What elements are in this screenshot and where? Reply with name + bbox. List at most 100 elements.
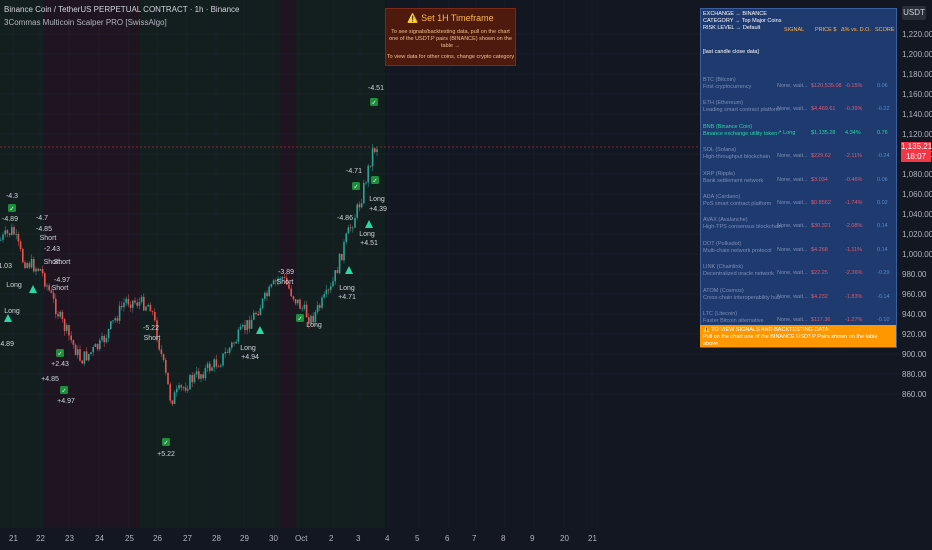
time-tick: Oct — [295, 534, 308, 543]
signal-value: -4.89 — [2, 216, 18, 223]
coin-desc: Binance exchange utility token — [703, 130, 778, 137]
coin-score: 0.06 — [877, 176, 888, 183]
coin-delta: -2.36% — [845, 270, 863, 277]
coin-name: ETH (Ethereum) — [703, 100, 744, 107]
check-icon: ✓ — [163, 441, 168, 447]
check-icon: ✓ — [9, 207, 14, 213]
signal-value: -5.22 — [143, 325, 159, 332]
coin-name: LTC (Litecoin) — [703, 311, 738, 317]
banner-line2: one of the USDT.P pairs (BINANCE) shown … — [389, 36, 512, 49]
notice-box: ⚠️ TO VIEW SIGNALS AND BACKTESTING DATA:… — [700, 325, 896, 347]
time-tick: 28 — [212, 534, 221, 543]
time-tick: 25 — [125, 534, 134, 543]
timeframe-warning-banner: ⚠️ Set 1H Timeframe To see signals/backt… — [385, 8, 516, 66]
coin-scanner-table: EXCHANGE → BINANCE CATEGORY → Top Major C… — [700, 8, 897, 348]
last-close-note: [last candle close data] — [703, 49, 759, 55]
coin-score: 0.14 — [877, 223, 888, 230]
coin-row[interactable]: DOT (Polkadot) Multi-chain network protoc… — [701, 239, 896, 262]
coin-row[interactable]: ATOM (Cosmos) Cross-chain interoperabilit… — [701, 286, 896, 309]
signal-value: +2.43 — [51, 361, 69, 368]
coin-desc: Leading smart contract platform — [703, 107, 781, 114]
coin-row[interactable]: XRP (Ripple) Bank settlement network None… — [701, 169, 896, 192]
col-dd: Δ% vs. D.O. — [841, 27, 871, 33]
coin-delta: -2.11% — [845, 153, 863, 160]
time-tick: 21 — [588, 534, 597, 543]
signal-value: -3.89 — [278, 269, 294, 276]
coin-name: DOT (Polkadot) — [703, 240, 742, 247]
coin-price: $120,535.08 — [811, 83, 842, 89]
long-label: Long — [359, 231, 375, 238]
price-tick: 1,040.00 — [902, 210, 932, 219]
panel-risk: RISK LEVEL → Default — [703, 25, 761, 31]
price-tick: 860.00 — [902, 390, 927, 399]
symbol-title[interactable]: Binance Coin / TetherUS PERPETUAL CONTRA… — [4, 5, 240, 14]
coin-row[interactable]: BTC (Bitcoin) First cryptocurrency None, … — [701, 75, 896, 98]
check-icon: ✓ — [371, 101, 376, 107]
panel-category: CATEGORY → Top Major Coins — [703, 18, 782, 24]
coin-signal: None, wait... — [777, 106, 808, 113]
price-tick: 880.00 — [902, 370, 927, 379]
long-label: Long — [306, 322, 322, 329]
long-label: Long — [369, 196, 385, 203]
signal-value: -1.03 — [0, 263, 12, 270]
col-score: SCORE — [875, 27, 895, 33]
coin-price: $4,469.61 — [811, 106, 836, 113]
time-tick: 5 — [415, 534, 420, 543]
coin-price: $117.36 — [811, 317, 831, 323]
indicator-title[interactable]: 3Commas Multicoin Scalper PRO [SwissAlgo… — [4, 18, 167, 27]
banner-line3: To view data for other coins, change cry… — [386, 54, 515, 60]
time-tick: 8 — [501, 534, 506, 543]
coin-price: $30.321 — [811, 223, 831, 230]
coin-delta: -1.11% — [845, 246, 863, 253]
signal-value: +4.94 — [241, 354, 259, 361]
col-signal: SIGNAL — [784, 27, 805, 33]
coin-row[interactable]: AVAX (Avalanche) High-TPS consensus block… — [701, 215, 896, 238]
price-tick: 1,180.00 — [902, 70, 932, 79]
coin-delta: -1.83% — [845, 293, 863, 300]
quote-currency-badge[interactable]: USDT — [902, 6, 926, 20]
time-tick: 30 — [269, 534, 278, 543]
short-label: Short — [277, 279, 294, 286]
short-label: Short — [144, 335, 161, 342]
coin-score: 0.02 — [877, 200, 888, 206]
coin-desc: Bank settlement network — [703, 177, 764, 184]
signal-value: +4.71 — [338, 294, 356, 301]
coin-signal: None, wait... — [777, 153, 808, 160]
coin-delta: -2.08% — [845, 223, 863, 230]
price-tick: 1,120.00 — [902, 130, 932, 139]
coin-score: 0.14 — [877, 246, 888, 253]
time-tick: 23 — [65, 534, 74, 543]
price-tick: 1,020.00 — [902, 230, 932, 239]
coin-price: $0.8562 — [811, 200, 831, 206]
signal-value: -4.7 — [36, 215, 48, 222]
price-tick: 920.00 — [902, 330, 927, 339]
signal-value: +4.85 — [41, 376, 59, 383]
signal-value: -4.89 — [0, 341, 14, 348]
coin-row[interactable]: ETH (Ethereum) Leading smart contract pla… — [701, 98, 896, 121]
coin-signal: None, wait... — [777, 223, 808, 230]
signal-value: -4.71 — [346, 168, 362, 175]
price-tick: 1,220.00 — [902, 30, 932, 39]
price-tick: 1,060.00 — [902, 190, 932, 199]
price-tick: 940.00 — [902, 310, 927, 319]
coin-delta: -0.46% — [845, 176, 863, 183]
coin-row[interactable]: SOL (Solana) High-throughput blockchain N… — [701, 145, 896, 168]
check-icon: ✓ — [297, 317, 302, 323]
coin-desc: High-throughput blockchain — [703, 154, 770, 161]
long-label: Long — [4, 308, 20, 315]
coin-name: BTC (Bitcoin) — [703, 77, 736, 83]
check-icon: ✓ — [372, 179, 377, 185]
coin-desc: High-TPS consensus blockchain — [703, 224, 783, 231]
short-label: Short — [44, 259, 61, 266]
time-tick: 4 — [385, 534, 390, 543]
coin-row[interactable]: ADA (Cardano) PoS smart contract platform… — [701, 192, 896, 215]
notice-line1: ⚠️ TO VIEW SIGNALS AND BACKTESTING DATA: — [703, 327, 830, 333]
price-tick: 1,160.00 — [902, 90, 932, 99]
price-tick: 1,000.00 — [902, 250, 932, 259]
coin-row[interactable]: LINK (Chainlink) Decentralized oracle net… — [701, 262, 896, 285]
coin-row[interactable]: BNB (Binance Coin) Binance exchange utili… — [701, 122, 896, 145]
time-tick: 2 — [329, 534, 334, 543]
banner-line1: To see signals/backtesting data, pull on… — [391, 29, 510, 35]
time-tick: 24 — [95, 534, 104, 543]
coin-score: -0.14 — [877, 293, 890, 300]
